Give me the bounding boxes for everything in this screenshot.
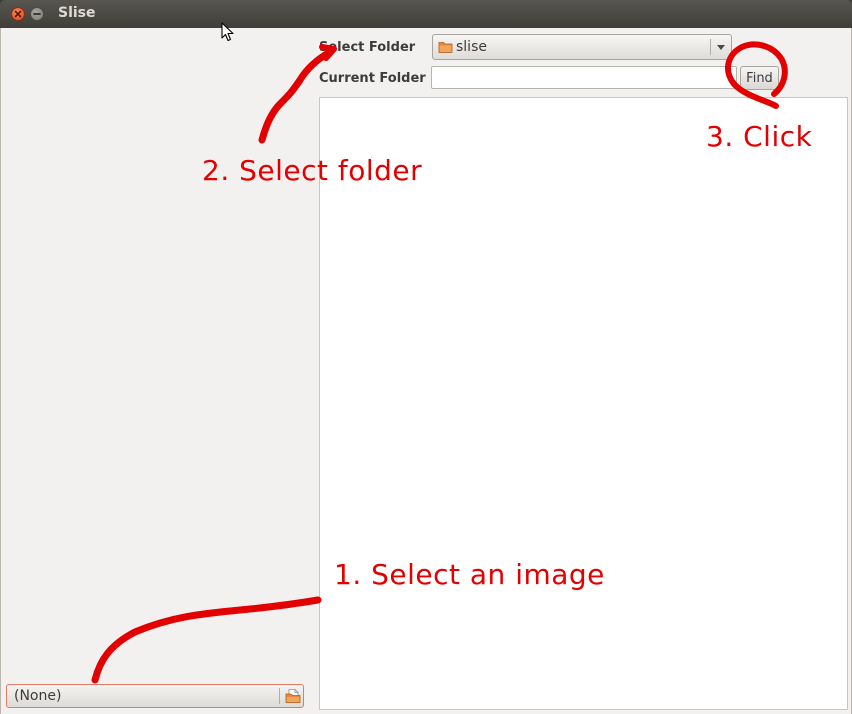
title-bar[interactable]: Slise xyxy=(0,0,852,28)
chevron-down-icon[interactable] xyxy=(716,44,726,51)
find-button[interactable]: Find xyxy=(740,66,779,90)
annotation-step3: 3. Click xyxy=(706,120,813,153)
annotation-step1: 1. Select an image xyxy=(334,558,605,591)
current-folder-input[interactable] xyxy=(431,66,737,89)
close-icon xyxy=(14,10,22,18)
folder-combo-value: slise xyxy=(456,39,487,55)
mouse-pointer-icon xyxy=(221,22,234,42)
close-button[interactable] xyxy=(11,7,25,21)
select-folder-label: Select Folder xyxy=(319,40,416,55)
minimize-button[interactable] xyxy=(30,7,44,21)
folder-combo-box[interactable]: slise xyxy=(432,34,732,60)
chooser-separator xyxy=(279,688,280,704)
minimize-icon xyxy=(33,13,41,15)
window-title: Slise xyxy=(58,5,96,21)
combo-separator xyxy=(710,39,711,55)
folder-icon xyxy=(438,42,453,53)
image-file-chooser[interactable]: (None) xyxy=(6,684,304,708)
image-chooser-value: (None) xyxy=(14,688,62,704)
document-open-icon[interactable] xyxy=(285,688,301,704)
current-folder-label: Current Folder xyxy=(319,71,426,86)
app-window: Slise Select Folder slise Current Folder… xyxy=(0,0,852,714)
results-panel[interactable] xyxy=(319,97,848,710)
annotation-step2: 2. Select folder xyxy=(202,154,423,187)
